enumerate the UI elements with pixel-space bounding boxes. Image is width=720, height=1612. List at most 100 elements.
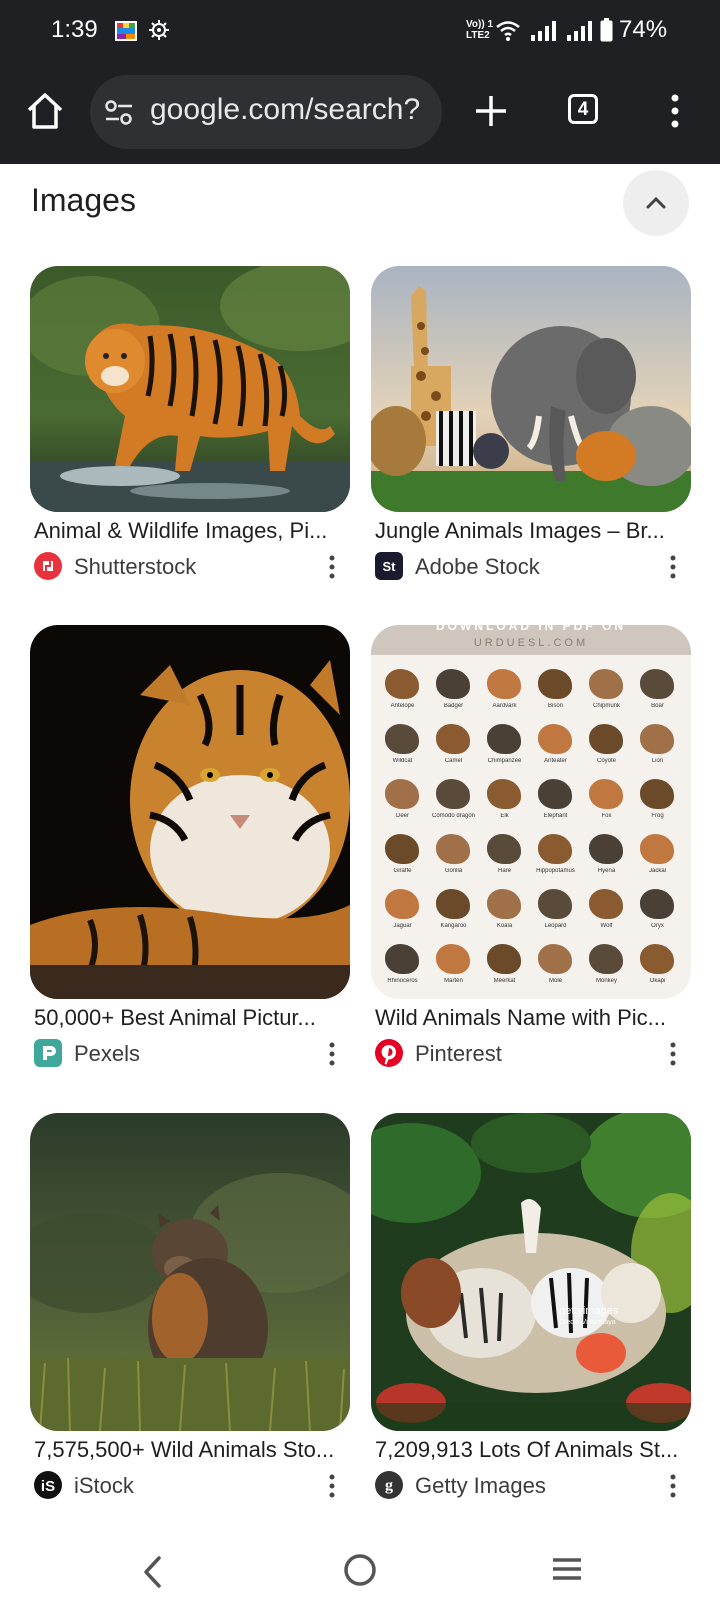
more-options-icon[interactable] — [324, 554, 340, 580]
tab-switcher-button[interactable]: 4 — [568, 94, 598, 124]
poster-animal-label: Rhinoceros — [387, 978, 418, 984]
result-source[interactable]: Pinterest — [375, 1039, 691, 1069]
system-navigation-bar — [0, 1530, 720, 1612]
new-tab-icon[interactable] — [470, 90, 512, 132]
poster-animal-label: Jaguar — [393, 923, 412, 929]
result-thumbnail[interactable] — [30, 1113, 350, 1431]
poster-animal-cell: Comodo dragon — [428, 773, 479, 828]
poster-animal-label: Camel — [444, 758, 463, 764]
poster-animal-label: Meerkat — [493, 978, 516, 984]
poster-animal-illustration — [589, 889, 623, 919]
poster-animal-cell: Lion — [632, 718, 683, 773]
more-options-icon[interactable] — [665, 1473, 681, 1499]
address-bar[interactable]: google.com/search? — [90, 75, 442, 149]
source-name: Shutterstock — [74, 554, 197, 579]
poster-animal-cell: Marten — [428, 938, 479, 993]
result-title[interactable]: 50,000+ Best Animal Pictur... — [34, 1005, 350, 1031]
poster-animal-label: Badger — [443, 703, 464, 709]
poster-animal-cell: Elk — [479, 773, 530, 828]
brown-bear-image — [30, 1113, 350, 1431]
poster-animal-cell: Mole — [530, 938, 581, 993]
more-options-icon[interactable] — [665, 1041, 681, 1067]
more-options-icon[interactable] — [324, 1473, 340, 1499]
poster-animal-label: Elephant — [543, 813, 568, 819]
poster-animal-cell: Meerkat — [479, 938, 530, 993]
home-icon[interactable] — [24, 90, 66, 132]
poster-animal-label: Elk — [500, 813, 509, 819]
poster-animal-label: Chimpanzee — [487, 758, 522, 764]
result-title[interactable]: Animal & Wildlife Images, Pi... — [34, 518, 350, 544]
browser-chrome: 1:39 Vo)) 1 LTE2 74% google.com/search? … — [0, 0, 720, 164]
svg-text:St: St — [383, 559, 397, 574]
result-source[interactable]: Pexels — [34, 1039, 350, 1069]
status-bar: 1:39 Vo)) 1 LTE2 74% — [0, 0, 720, 62]
poster-animal-illustration — [589, 834, 623, 864]
adobe-stock-icon: St — [375, 552, 403, 580]
poster-animal-illustration — [436, 889, 470, 919]
url-text[interactable]: google.com/search? — [150, 93, 436, 127]
poster-animal-label: Wolf — [600, 923, 613, 929]
poster-animal-cell: Jackal — [632, 828, 683, 883]
poster-animal-illustration — [385, 889, 419, 919]
back-icon[interactable] — [138, 1554, 168, 1590]
poster-animal-illustration — [640, 834, 674, 864]
poster-animal-cell: Gorilla — [428, 828, 479, 883]
site-settings-icon[interactable] — [104, 99, 134, 127]
poster-animal-illustration — [436, 834, 470, 864]
poster-animal-illustration — [385, 724, 419, 754]
result-thumbnail[interactable] — [371, 266, 691, 512]
more-menu-icon[interactable] — [660, 90, 690, 132]
poster-animal-cell: Fox — [581, 773, 632, 828]
home-circle-icon[interactable] — [342, 1552, 378, 1588]
poster-animal-label: Hyena — [597, 868, 616, 874]
result-thumbnail[interactable]: gettyimages Credit: Vizerskaya — [371, 1113, 691, 1431]
poster-animal-label: Antelope — [390, 703, 415, 709]
poster-animal-illustration — [487, 944, 521, 974]
poster-animal-illustration — [385, 779, 419, 809]
collapse-section-button[interactable] — [623, 170, 689, 236]
battery-icon — [600, 18, 613, 42]
poster-animal-label: Mole — [548, 978, 562, 984]
result-title[interactable]: Jungle Animals Images – Br... — [375, 518, 691, 544]
battery-percent: 74% — [619, 16, 668, 43]
result-title[interactable]: 7,209,913 Lots Of Animals St... — [375, 1437, 691, 1463]
poster-header: DOWNLOAD IN PDF ON — [436, 625, 626, 633]
result-source[interactable]: iS iStock — [34, 1471, 350, 1501]
poster-animal-cell: Leopard — [530, 883, 581, 938]
poster-animal-label: Lion — [651, 758, 664, 764]
poster-animal-label: Wildcat — [392, 758, 413, 764]
poster-animal-cell: Hippopotamus — [530, 828, 581, 883]
volte-indicator: Vo)) 1 LTE2 — [466, 19, 494, 41]
poster-animal-cell: Anteater — [530, 718, 581, 773]
poster-animal-illustration — [538, 944, 572, 974]
poster-animal-illustration — [487, 834, 521, 864]
result-source[interactable]: g Getty Images — [375, 1471, 691, 1501]
result-thumbnail[interactable] — [30, 266, 350, 512]
watermark-credit: Credit: Vizerskaya — [559, 1319, 616, 1326]
poster-animal-illustration — [436, 944, 470, 974]
result-source[interactable]: St Adobe Stock — [375, 552, 691, 582]
recents-icon[interactable] — [550, 1554, 584, 1584]
result-thumbnail[interactable]: DOWNLOAD IN PDF ON URDUESL.COM Antelope B… — [371, 625, 691, 999]
svg-text:g: g — [385, 1477, 393, 1494]
result-thumbnail[interactable] — [30, 625, 350, 999]
poster-animal-label: Kangaroo — [440, 923, 467, 929]
poster-animal-illustration — [538, 779, 572, 809]
source-name: Getty Images — [415, 1473, 546, 1498]
poster-animal-illustration — [436, 724, 470, 754]
animal-names-poster: DOWNLOAD IN PDF ON URDUESL.COM Antelope B… — [371, 625, 691, 999]
poster-animal-cell: Camel — [428, 718, 479, 773]
result-title[interactable]: 7,575,500+ Wild Animals Sto... — [34, 1437, 350, 1463]
poster-animal-illustration — [385, 834, 419, 864]
browser-toolbar: google.com/search? 4 — [0, 62, 720, 162]
poster-animal-illustration — [589, 724, 623, 754]
more-options-icon[interactable] — [324, 1041, 340, 1067]
more-options-icon[interactable] — [665, 554, 681, 580]
signal-sim2-icon — [567, 21, 592, 41]
jungle-animals-image — [371, 266, 691, 512]
result-source[interactable]: Shutterstock — [34, 552, 350, 582]
images-section-title: Images — [31, 182, 136, 218]
result-title[interactable]: Wild Animals Name with Pic... — [375, 1005, 691, 1031]
poster-animal-illustration — [436, 669, 470, 699]
poster-animal-label: Bison — [547, 703, 563, 709]
